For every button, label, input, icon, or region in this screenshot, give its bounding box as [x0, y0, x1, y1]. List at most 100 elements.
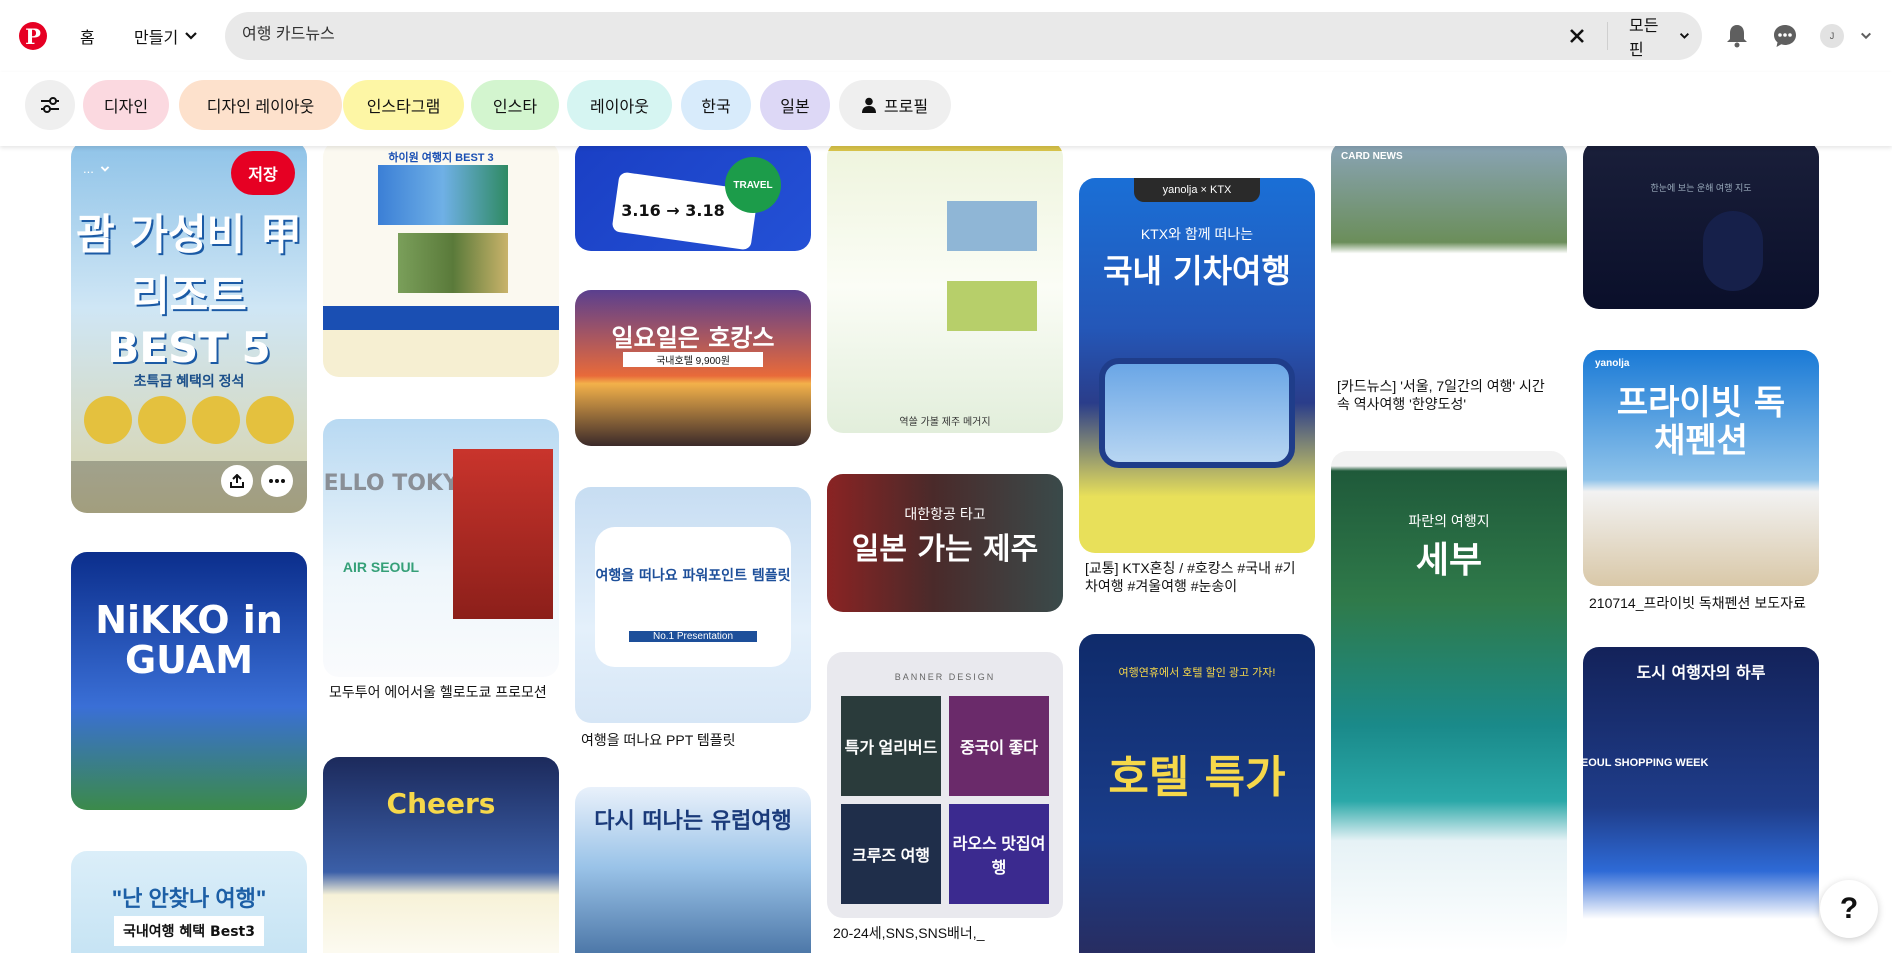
- pin-brand: yanolja: [1595, 358, 1630, 369]
- pin-image-text: 다시 떠나는 유럽여행: [594, 809, 792, 834]
- pin-map-shape: [1703, 211, 1763, 291]
- nav-create-label: 만들기: [134, 30, 179, 47]
- chip-design[interactable]: 디자인: [83, 80, 169, 130]
- pin-card[interactable]: 대한항공 타고 일본 가는 제주: [827, 474, 1063, 612]
- pin-card[interactable]: yanolja 프라이빗 독채펜션: [1583, 350, 1819, 586]
- chip-insta[interactable]: 인스타: [471, 80, 559, 130]
- pin-card[interactable]: HELLO TOKYO AIR SEOUL: [323, 419, 559, 677]
- pin-image-subtext: 여행연휴에서 호텔 할인 광고 가자!: [1118, 667, 1276, 679]
- chevron-down-icon: [185, 32, 197, 40]
- pin-photo-strip: [947, 201, 1037, 251]
- chip-profile[interactable]: 프로필: [839, 80, 951, 130]
- nav-home-link[interactable]: 홈: [68, 17, 107, 55]
- sliders-icon: [41, 97, 59, 113]
- pin-filter-dropdown[interactable]: 모든 핀: [1617, 18, 1702, 59]
- pin-card[interactable]: 여행연휴에서 호텔 할인 광고 가자! 호텔 특가: [1079, 634, 1315, 953]
- notifications-button[interactable]: [1723, 22, 1751, 50]
- chip-profile-label: 프로필: [883, 99, 929, 116]
- pin-image-text: 여행을 떠나요 파워포인트 템플릿: [595, 568, 791, 584]
- search-bar[interactable]: 모든 핀: [225, 12, 1702, 60]
- pin-title[interactable]: 모두투어 에어서울 헬로도쿄 프로모션: [329, 683, 549, 701]
- chip-instagram[interactable]: 인스타그램: [343, 80, 464, 130]
- chip-korea[interactable]: 한국: [681, 80, 751, 130]
- pin-card[interactable]: 다시 떠나는 유럽여행: [575, 787, 811, 953]
- pin-image-subtext: SEOUL SHOPPING WEEK: [1583, 757, 1709, 769]
- user-avatar[interactable]: J: [1820, 24, 1844, 48]
- pin-title[interactable]: [카드뉴스] '서울, 7일간의 여행' 시간 속 역사여행 '한양도성': [1337, 377, 1557, 413]
- pin-photo-strip: [947, 281, 1037, 331]
- pin-card[interactable]: 역쓸 가볼 제주 메거지: [827, 146, 1063, 433]
- pin-card[interactable]: yanolja × KTX KTX와 함께 떠나는 국내 기차여행: [1079, 178, 1315, 553]
- pin-tile: 중국이 좋다: [949, 696, 1049, 796]
- share-button[interactable]: [221, 465, 253, 497]
- pin-image-subtext: KTX와 함께 떠나는: [1140, 226, 1254, 242]
- pin-tile: 라오스 맛집여행: [949, 804, 1049, 904]
- share-icon: [230, 474, 244, 488]
- search-input[interactable]: [242, 23, 1542, 41]
- save-button[interactable]: 저장: [231, 151, 295, 195]
- board-select-dropdown[interactable]: ...: [83, 161, 110, 176]
- pin-card[interactable]: 일요일은 호캉스 국내호텔 9,900원: [575, 290, 811, 446]
- pin-band: [827, 146, 1063, 151]
- chip-layout[interactable]: 레이아웃: [567, 80, 672, 130]
- chat-bubble-icon: [1774, 25, 1796, 47]
- pin-image-subtext: AIR SEOUL: [342, 559, 420, 575]
- pin-card[interactable]: 여행을 떠나요 파워포인트 템플릿 No.1 Presentation: [575, 487, 811, 723]
- pin-image-text: 하이원 여행지 BEST 3: [388, 152, 494, 164]
- ellipsis-icon: [269, 479, 285, 483]
- more-options-button[interactable]: [261, 465, 293, 497]
- chip-japan[interactable]: 일본: [760, 80, 830, 130]
- pin-image-subtext: 대한항공 타고: [904, 506, 986, 522]
- pin-image-subtext: 초특급 혜택의 정석: [133, 373, 245, 389]
- pin-image-text: BANNER DESIGN: [894, 672, 996, 682]
- chevron-down-icon: [1860, 32, 1872, 40]
- messages-button[interactable]: [1771, 22, 1799, 50]
- pinterest-logo-icon[interactable]: P: [19, 22, 47, 50]
- help-button[interactable]: ?: [1820, 880, 1878, 938]
- pin-title[interactable]: [교통] KTX혼칭 / #호캉스 #국내 #기차여행 #겨울여행 #눈송이: [1085, 559, 1305, 595]
- pin-image-text: NiKKO in GUAM: [95, 598, 283, 682]
- pin-image-text: 국내여행 혜택 Best3: [114, 916, 264, 946]
- pin-card[interactable]: 파란의 여행지 세부: [1331, 451, 1567, 951]
- nav-create-dropdown[interactable]: 만들기: [122, 17, 210, 55]
- pin-image-text: 한눈에 보는 운해 여행 지도: [1650, 183, 1752, 193]
- pin-image-text: 일요일은 호캉스: [611, 324, 775, 352]
- pin-image-subtext: 국내호텔 9,900원: [623, 352, 763, 367]
- pin-window-shape: [1099, 358, 1295, 468]
- pin-card[interactable]: CARD NEWS: [1331, 146, 1567, 366]
- chevron-down-icon: [100, 165, 110, 172]
- pin-card[interactable]: 도시 여행자의 하루 SEOUL SHOPPING WEEK: [1583, 647, 1819, 953]
- pin-card[interactable]: 한눈에 보는 운해 여행 지도: [1583, 146, 1819, 309]
- pin-title[interactable]: 210714_프라이빗 독채펜션 보도자료: [1589, 594, 1809, 612]
- close-icon: [1570, 29, 1584, 43]
- pin-card[interactable]: "난 안찾나 여행" 국내여행 혜택 Best3: [71, 851, 307, 953]
- pin-image-subtext: "난 안찾나 여행": [111, 886, 267, 911]
- filter-chip-bar: 디자인 디자인 레이아웃 인스타그램 인스타 레이아웃 한국 일본 프로필: [0, 72, 1892, 146]
- pin-card[interactable]: BANNER DESIGN 특가 얼리버드 중국이 좋다 크루즈 여행 라오스 …: [827, 652, 1063, 918]
- pin-image-text: 일본 가는 제주: [851, 532, 1039, 567]
- pin-card[interactable]: 3.16 → 3.18 TRAVEL: [575, 146, 811, 251]
- pin-tile: 크루즈 여행: [841, 804, 941, 904]
- person-icon: [861, 97, 876, 113]
- pin-title[interactable]: 여행을 떠나요 PPT 템플릿: [581, 731, 801, 749]
- pin-image-text: Cheers: [386, 787, 496, 820]
- pin-image-text: 세부: [1415, 540, 1483, 581]
- pin-card[interactable]: Cheers: [323, 757, 559, 953]
- pin-image-subtext: 파란의 여행지: [1408, 513, 1490, 529]
- filter-settings-button[interactable]: [25, 80, 75, 130]
- pin-image-text: 도시 여행자의 하루: [1636, 663, 1766, 682]
- pin-photo-strip: [398, 233, 508, 293]
- pin-pagoda-shape: [453, 449, 553, 619]
- pin-card[interactable]: NiKKO in GUAM: [71, 552, 307, 810]
- chip-design-layout[interactable]: 디자인 레이아웃: [179, 80, 342, 130]
- pin-title[interactable]: 20-24세,SNS,SNS배너,_: [833, 924, 1053, 942]
- pin-badges: [81, 396, 297, 456]
- pin-card[interactable]: 괌 가성비 甲 리조트 BEST 5 초특급 혜택의 정석 ... 저장: [71, 146, 307, 513]
- pin-image-subtext: No.1 Presentation: [629, 631, 757, 642]
- bell-icon: [1727, 25, 1747, 48]
- clear-search-button[interactable]: [1563, 22, 1591, 50]
- pin-card[interactable]: 하이원 여행지 BEST 3: [323, 146, 559, 377]
- pin-grid: 괌 가성비 甲 리조트 BEST 5 초특급 혜택의 정석 ... 저장 NiK…: [0, 146, 1892, 953]
- pin-image-text: 국내 기차여행: [1103, 252, 1291, 290]
- account-menu-button[interactable]: [1856, 26, 1876, 46]
